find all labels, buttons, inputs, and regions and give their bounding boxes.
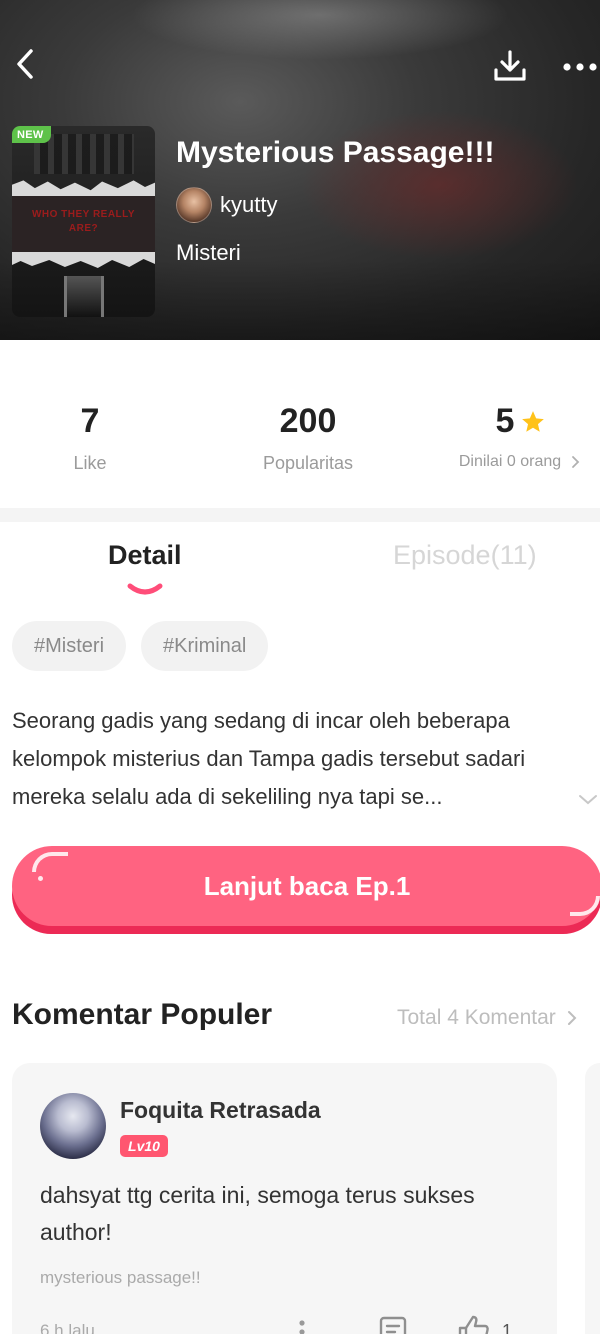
avatar[interactable] [40, 1093, 106, 1159]
comment-text: dahsyat ttg cerita ini, semoga terus suk… [40, 1182, 475, 1245]
more-dots-icon[interactable] [296, 1317, 308, 1334]
tag-chip[interactable]: #Misteri [12, 621, 127, 671]
comments-total-link[interactable]: Total 4 Komentar [397, 1006, 578, 1030]
chevron-down-icon[interactable] [576, 790, 600, 810]
book-header: WHO THEY REALLY ARE? NEW Mysterious Pass… [0, 0, 600, 340]
comment-icon[interactable] [378, 1315, 408, 1334]
author-name: kyutty [220, 192, 278, 217]
tag-list: #Misteri #Kriminal [12, 621, 283, 671]
comment-timestamp: 6 h lalu [40, 1321, 95, 1334]
level-badge: Lv10 [120, 1135, 168, 1157]
star-icon [522, 410, 545, 432]
comment-card[interactable]: Foquita Retrasada Lv10 dahsyat ttg cerit… [12, 1063, 557, 1334]
cover-art-rip-top [12, 180, 155, 198]
next-comment-card[interactable] [585, 1063, 600, 1334]
stat-popularity: 200 Popularitas [228, 402, 388, 474]
section-divider [0, 508, 600, 522]
book-title: Mysterious Passage!!! [176, 136, 495, 169]
author-avatar [176, 187, 212, 223]
comment-username[interactable]: Foquita Retrasada [120, 1097, 321, 1124]
header-backdrop-red [300, 110, 580, 260]
more-options-button[interactable] [560, 52, 600, 82]
continue-reading-button[interactable]: Lanjut baca Ep.1 [12, 846, 600, 934]
new-badge: NEW [12, 126, 51, 143]
chevron-right-icon [567, 1011, 577, 1025]
tag-chip[interactable]: #Kriminal [141, 621, 269, 671]
header-backdrop-glow [130, 0, 510, 60]
popularity-label: Popularitas [262, 453, 354, 473]
author-link[interactable]: kyutty [176, 187, 277, 223]
book-genre: Misteri [176, 240, 241, 265]
book-description: Seorang gadis yang sedang di incar oleh … [12, 708, 526, 809]
cover-art-hallway [64, 276, 104, 317]
more-dots-icon [563, 63, 597, 71]
comment-like-count: 1 [502, 1321, 513, 1334]
tab-detail[interactable]: Detail [108, 540, 182, 571]
thumbs-up-icon[interactable] [456, 1313, 492, 1334]
download-icon [494, 50, 526, 81]
likes-count: 7 [80, 402, 100, 440]
comments-total-label: Total 4 Komentar [397, 1006, 556, 1029]
stats-bar: 7 Like 200 Popularitas 5 Dinilai 0 orang [0, 340, 600, 508]
button-shine-dot [38, 876, 43, 881]
cover-title-text: WHO THEY REALLY ARE? [31, 209, 136, 234]
stat-likes: 7 Like [30, 402, 150, 474]
likes-label: Like [73, 453, 107, 473]
comment-book-ref: mysterious passage!! [40, 1268, 201, 1287]
popularity-count: 200 [279, 402, 337, 440]
rating-value: 5 [495, 402, 515, 440]
comments-section-title: Komentar Populer [12, 998, 273, 1031]
cover-art-rip-bottom [12, 252, 155, 268]
book-cover[interactable]: WHO THEY REALLY ARE? NEW [12, 126, 155, 317]
continue-reading-label: Lanjut baca Ep.1 [12, 846, 600, 926]
stat-rating[interactable]: 5 Dinilai 0 orang [446, 402, 596, 471]
chevron-left-icon [17, 49, 33, 79]
tab-active-indicator [127, 583, 163, 595]
tab-episode[interactable]: Episode(11) [393, 540, 537, 571]
download-button[interactable] [490, 46, 530, 86]
back-button[interactable] [8, 44, 42, 84]
tab-bar: Detail Episode(11) [0, 522, 600, 602]
chevron-right-icon [572, 456, 580, 468]
rating-label: Dinilai 0 orang [458, 453, 562, 470]
